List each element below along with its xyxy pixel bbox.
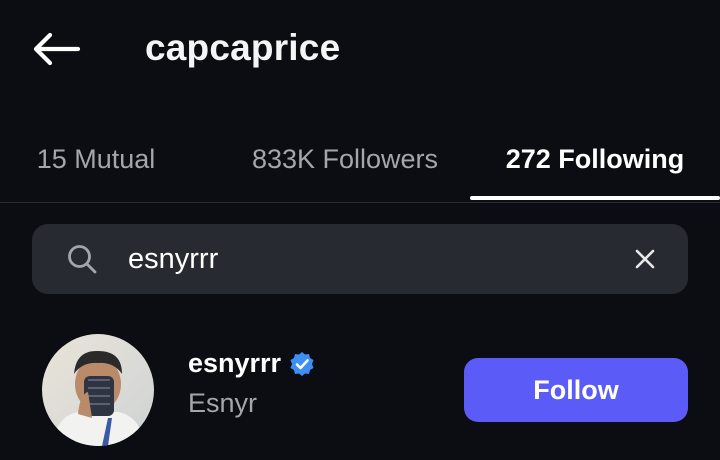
arrow-left-icon <box>33 32 81 66</box>
page-title: capcaprice <box>145 27 341 68</box>
back-button[interactable] <box>28 26 84 72</box>
header-bar: capcaprice <box>0 0 720 100</box>
search-input[interactable] <box>128 236 608 282</box>
avatar[interactable] <box>42 334 154 446</box>
clear-search-button[interactable] <box>630 244 660 274</box>
tab-followers[interactable]: 833K Followers <box>214 118 476 200</box>
tab-bar: 15 Mutual 833K Followers 272 Following <box>0 118 720 203</box>
active-tab-indicator <box>470 196 720 200</box>
search-icon <box>68 245 97 274</box>
search-bar <box>32 224 688 294</box>
username-line: esnyrrr <box>188 348 315 379</box>
list-item[interactable]: esnyrrr Esnyr Follow <box>0 326 720 460</box>
follow-button[interactable]: Follow <box>464 358 688 422</box>
tab-mutual[interactable]: 15 Mutual <box>0 118 192 200</box>
tab-following[interactable]: 272 Following <box>470 118 720 200</box>
verified-badge-icon <box>290 351 314 376</box>
username[interactable]: esnyrrr <box>188 348 281 379</box>
display-name: Esnyr <box>188 388 258 418</box>
close-icon <box>635 249 655 269</box>
